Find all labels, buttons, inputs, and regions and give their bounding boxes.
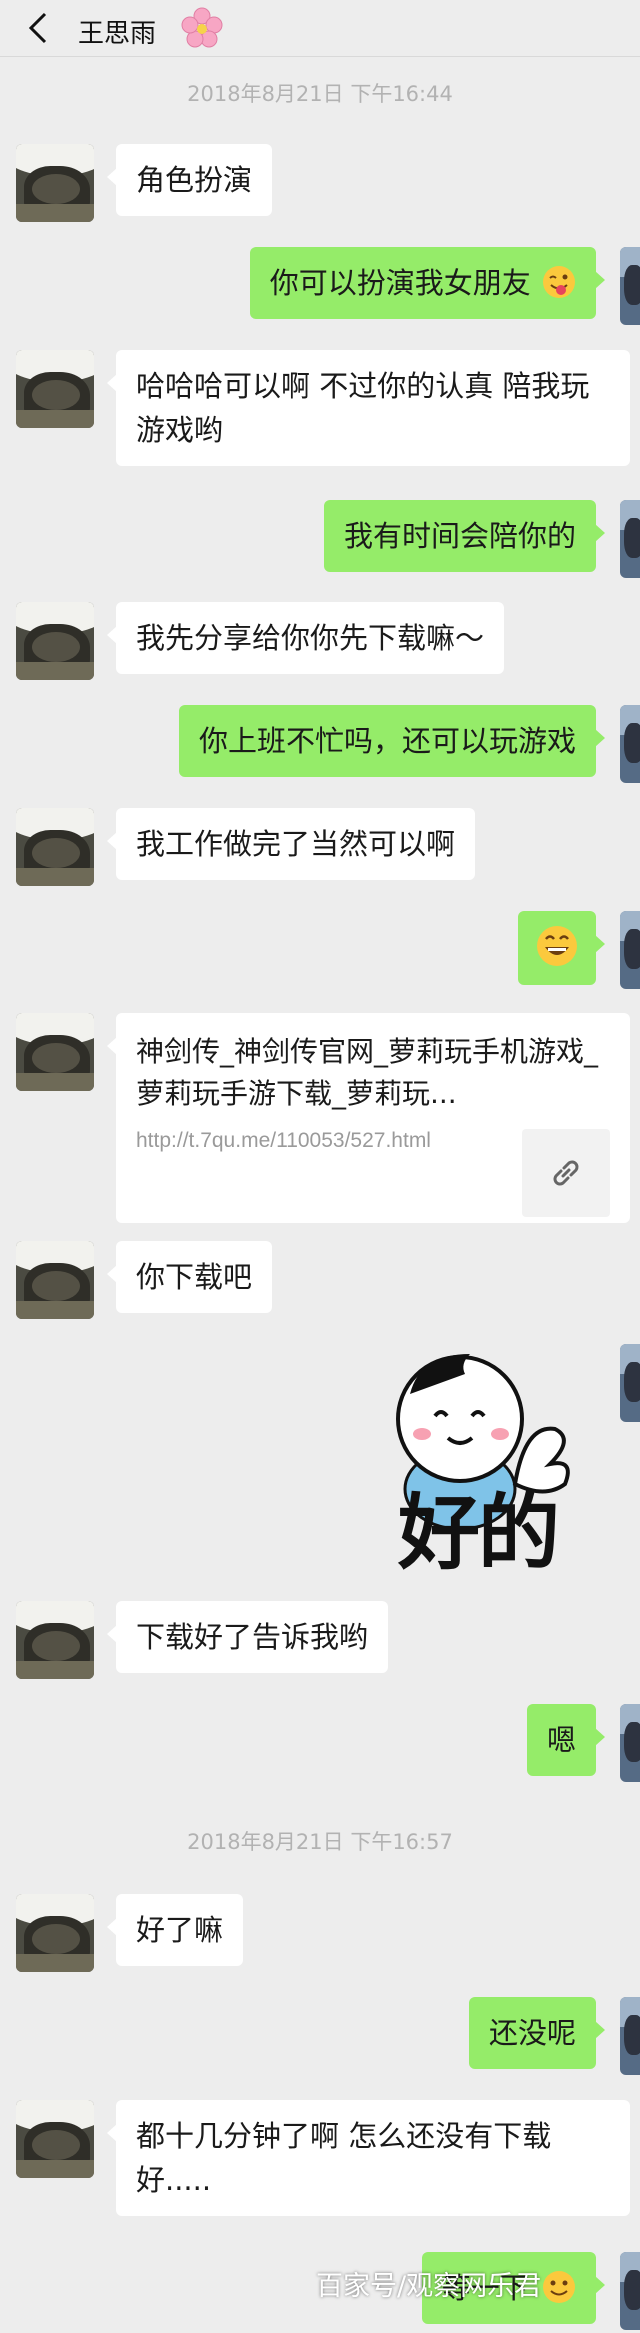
contact-avatar[interactable]	[16, 2100, 94, 2178]
contact-avatar[interactable]	[16, 1241, 94, 1319]
timestamp: 2018年8月21日 下午16:57	[187, 1830, 453, 1854]
message-bubble[interactable]: 我先分享给你你先下载嘛～	[106, 602, 505, 674]
timestamp: 2018年8月21日 下午16:44	[187, 82, 453, 106]
contact-avatar[interactable]	[16, 350, 94, 428]
watermark: 百家号/观察网乐君	[316, 2271, 542, 2302]
message-bubble[interactable]: 你下载吧	[106, 1241, 273, 1313]
message-bubble[interactable]: 哈哈哈可以啊 不过你的认真 陪我玩游戏哟	[107, 350, 630, 466]
link-icon	[553, 1160, 579, 1186]
contact-avatar[interactable]	[16, 602, 94, 680]
winking-tongue-face-icon	[543, 266, 575, 298]
my-avatar[interactable]	[620, 1997, 640, 2075]
my-avatar[interactable]	[620, 1344, 640, 1422]
my-avatar[interactable]	[620, 247, 640, 325]
contact-avatar[interactable]	[16, 808, 94, 886]
my-avatar[interactable]	[620, 1704, 640, 1782]
message-bubble[interactable]: 好了嘛	[106, 1894, 244, 1966]
grinning-face-icon	[537, 926, 577, 966]
message-bubble[interactable]: 我工作做完了当然可以啊	[106, 808, 476, 880]
message-bubble[interactable]: 还没呢	[468, 1997, 606, 2069]
message-bubble[interactable]: 嗯	[526, 1704, 606, 1776]
message-bubble[interactable]: 下载好了告诉我哟	[106, 1601, 389, 1673]
message-bubble[interactable]: 都十几分钟了啊 怎么还没有下载好.....	[107, 2100, 630, 2216]
message-text: 你可以扮演我女朋友	[269, 266, 531, 300]
link-button[interactable]	[522, 1129, 610, 1217]
contact-avatar[interactable]	[16, 1013, 94, 1091]
message-bubble[interactable]: 你可以扮演我女朋友	[249, 247, 606, 319]
cherry-blossom-icon	[181, 7, 223, 48]
link-url: http://t.7qu.me/110053/527.html	[136, 1129, 431, 1152]
link-title: 神剑传_神剑传官网_萝莉玩手机游戏_萝莉玩手游下载_萝莉玩...	[136, 1035, 599, 1110]
message-bubble[interactable]: 我有时间会陪你的	[323, 500, 606, 572]
face-icon	[543, 2271, 575, 2303]
sticker-caption: 好的	[398, 1486, 560, 1581]
contact-avatar[interactable]	[16, 1601, 94, 1679]
chevron-left-icon	[28, 12, 47, 44]
contact-avatar[interactable]	[16, 1894, 94, 1972]
chat-title[interactable]: 王思雨	[78, 13, 156, 50]
chat-header: 王思雨	[0, 0, 640, 57]
my-avatar[interactable]	[620, 2252, 640, 2330]
my-avatar[interactable]	[620, 911, 640, 989]
back-button[interactable]	[20, 10, 56, 46]
contact-avatar[interactable]	[16, 144, 94, 222]
message-bubble[interactable]: 角色扮演	[106, 144, 273, 216]
my-avatar[interactable]	[620, 705, 640, 783]
link-card[interactable]: 神剑传_神剑传官网_萝莉玩手机游戏_萝莉玩手游下载_萝莉玩... http://…	[107, 1013, 630, 1223]
message-bubble[interactable]	[518, 911, 605, 985]
message-bubble[interactable]: 你上班不忙吗，还可以玩游戏	[178, 705, 606, 777]
my-avatar[interactable]	[620, 500, 640, 578]
